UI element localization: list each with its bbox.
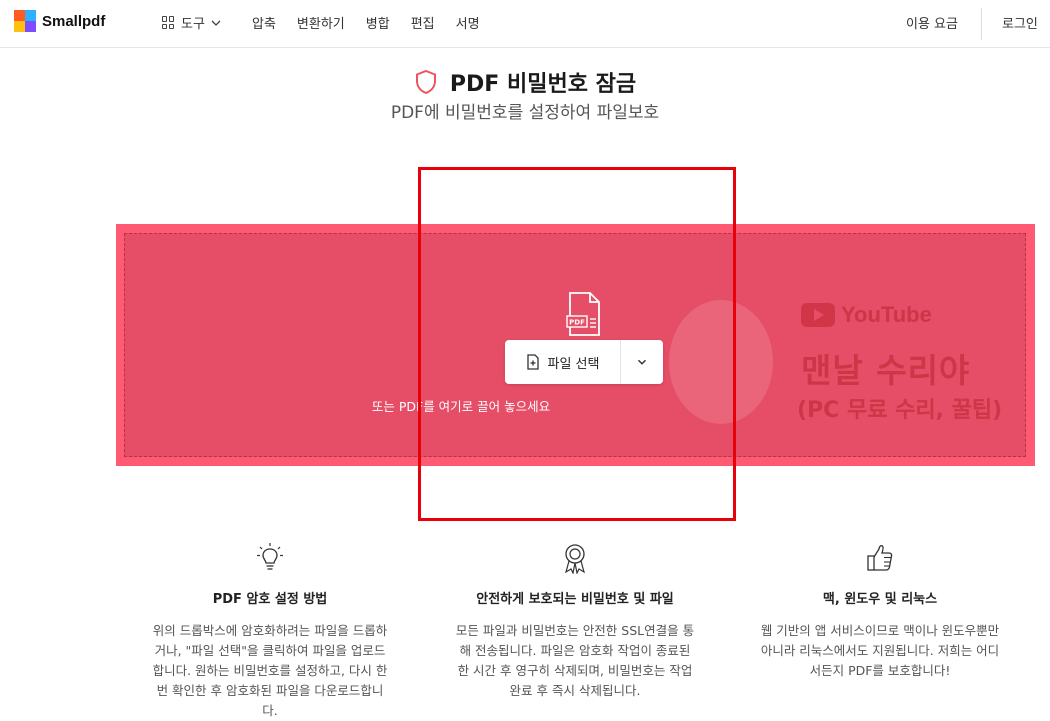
- nav-sign[interactable]: 서명: [456, 13, 480, 32]
- watermark-line2: (PC 무료 수리, 꿀팁): [797, 398, 1003, 423]
- shield-icon: [415, 69, 436, 95]
- feature-body: 모든 파일과 비밀번호는 안전한 SSL연결을 통해 전송됩니다. 파일은 암호…: [455, 623, 695, 698]
- feature-body: 웹 기반의 앱 서비스이므로 맥이나 윈도우뿐만 아니라 리눅스에서도 지원됩니…: [760, 623, 1000, 678]
- header-divider: [981, 8, 982, 40]
- file-add-icon: [526, 354, 539, 370]
- nav-convert[interactable]: 변환하기: [297, 13, 345, 32]
- nav-merge[interactable]: 병합: [366, 13, 390, 32]
- youtube-play-icon: [801, 303, 835, 327]
- smallpdf-logo[interactable]: Smallpdf: [14, 10, 105, 32]
- choose-file-button[interactable]: 파일 선택: [505, 340, 621, 384]
- lightbulb-icon: [150, 540, 390, 576]
- pricing-link[interactable]: 이용 요금: [906, 13, 958, 32]
- drop-hint: 또는 PDF를 여기로 끌어 놓으세요: [371, 399, 551, 414]
- grid-icon: [162, 16, 175, 29]
- watermark-youtube: YouTube: [801, 302, 932, 328]
- main-nav: 압축 변환하기 병합 편집 서명: [252, 13, 480, 32]
- choose-source-dropdown[interactable]: [621, 340, 663, 384]
- chevron-down-icon: [637, 359, 647, 365]
- page-subtitle: PDF에 비밀번호를 설정하여 파일보호: [390, 103, 660, 123]
- award-icon: [455, 540, 695, 576]
- nav-compress[interactable]: 압축: [252, 13, 276, 32]
- watermark-youtube-text: YouTube: [841, 302, 932, 327]
- tools-menu-button[interactable]: 도구: [162, 13, 221, 32]
- thumbs-up-icon: [760, 540, 1000, 576]
- page-title-text: PDF 비밀번호 잠금: [449, 72, 637, 97]
- feature-platforms: 맥, 윈도우 및 리눅스 웹 기반의 앱 서비스이므로 맥이나 윈도우뿐만 아니…: [760, 540, 1000, 681]
- feature-body: 위의 드롭박스에 암호화하려는 파일을 드롭하거나, "파일 선택"을 클릭하여…: [152, 623, 388, 718]
- feature-title: 안전하게 보호되는 비밀번호 및 파일: [476, 592, 674, 607]
- tools-label: 도구: [181, 17, 205, 32]
- page-title-wrap: PDF 비밀번호 잠금: [0, 66, 1050, 99]
- svg-text:PDF: PDF: [569, 319, 585, 327]
- choose-file-label: 파일 선택: [547, 356, 600, 372]
- feature-how-to: PDF 암호 설정 방법 위의 드롭박스에 암호화하려는 파일을 드롭하거나, …: [150, 540, 390, 721]
- top-navigation-bar: Smallpdf 도구 압축 변환하기 병합 편집 서명 이용 요금 로그인: [0, 0, 1050, 48]
- file-dropzone[interactable]: YouTube 맨날 수리야 (PC 무료 수리, 꿀팁) PDF 파일 선택 …: [116, 224, 1035, 466]
- file-dropzone-inner[interactable]: YouTube 맨날 수리야 (PC 무료 수리, 꿀팁) PDF 파일 선택 …: [124, 233, 1026, 457]
- feature-title: PDF 암호 설정 방법: [212, 592, 328, 607]
- page-title: PDF 비밀번호 잠금: [414, 66, 636, 98]
- logo-text: Smallpdf: [42, 12, 106, 30]
- chevron-down-icon: [211, 20, 221, 26]
- feature-security: 안전하게 보호되는 비밀번호 및 파일 모든 파일과 비밀번호는 안전한 SSL…: [455, 540, 695, 701]
- nav-edit[interactable]: 편집: [411, 13, 435, 32]
- smallpdf-logo-icon: [14, 10, 36, 32]
- watermark-line1: 맨날 수리야: [801, 351, 971, 390]
- login-link[interactable]: 로그인: [1002, 13, 1038, 32]
- feature-title: 맥, 윈도우 및 리눅스: [822, 592, 938, 607]
- choose-file-button-group: 파일 선택: [505, 340, 663, 384]
- pdf-file-icon: PDF: [566, 291, 602, 341]
